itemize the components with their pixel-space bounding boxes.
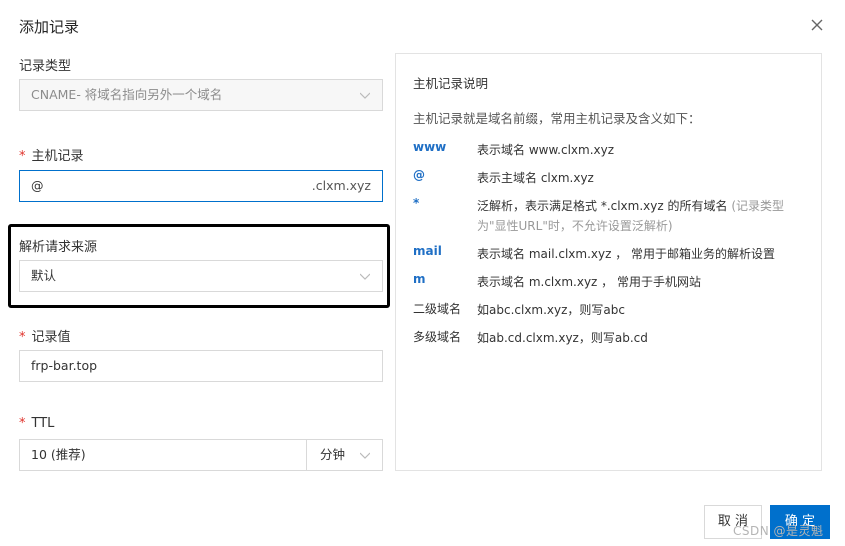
help-key: 二级域名: [413, 302, 462, 316]
help-value: 表示域名 mail.clxm.xyz ， 常用于邮箱业务的解析设置: [477, 247, 776, 261]
help-key: 多级域名: [413, 330, 462, 344]
ttl-input[interactable]: 10 (推荐): [19, 439, 307, 471]
chevron-down-icon: [360, 452, 370, 459]
source-label: 解析请求来源: [19, 240, 98, 255]
required-mark: *: [19, 149, 26, 164]
record-value-input[interactable]: frp-bar.top: [19, 350, 383, 382]
required-mark: *: [19, 330, 26, 345]
ttl-label: * TTL: [19, 416, 55, 431]
chevron-down-icon: [360, 273, 370, 280]
close-icon[interactable]: [808, 16, 826, 34]
domain-suffix: .clxm.xyz: [311, 178, 371, 193]
host-record-help-panel: 主机记录说明 主机记录就是域名前缀，常用主机记录及含义如下： www 表示域名 …: [395, 53, 822, 471]
ttl-unit-value: 分钟: [320, 447, 346, 462]
source-select[interactable]: 默认: [19, 260, 383, 292]
help-key: m: [413, 272, 426, 286]
help-value: 表示域名 m.clxm.xyz ， 常用于手机网站: [477, 275, 701, 289]
help-value: 如ab.cd.clxm.xyz，则写ab.cd: [477, 331, 648, 345]
help-value: 表示主域名 clxm.xyz: [477, 171, 594, 185]
help-value: 泛解析，表示满足格式 *.clxm.xyz 的所有域名 (记录类型为"显性URL…: [477, 199, 784, 233]
dialog-title: 添加记录: [19, 18, 80, 36]
help-value: 表示域名 www.clxm.xyz: [477, 143, 615, 157]
required-mark: *: [19, 416, 26, 431]
record-value-label: * 记录值: [19, 330, 71, 345]
watermark: CSDN @是灵魁: [733, 524, 824, 538]
help-key: mail: [413, 244, 442, 258]
record-type-label: 记录类型: [19, 59, 72, 74]
host-record-label: * 主机记录: [19, 149, 84, 164]
record-type-select[interactable]: CNAME- 将域名指向另外一个域名: [19, 79, 383, 111]
help-key: @: [413, 168, 425, 182]
ttl-unit-select[interactable]: 分钟: [306, 439, 383, 471]
help-value: 如abc.clxm.xyz，则写abc: [477, 303, 625, 317]
ttl-value: 10 (推荐): [31, 447, 86, 462]
help-description: 主机记录就是域名前缀，常用主机记录及含义如下：: [413, 111, 701, 126]
record-type-value: CNAME- 将域名指向另外一个域名: [31, 87, 223, 102]
help-key: www: [413, 140, 447, 154]
host-record-input[interactable]: @ .clxm.xyz: [19, 170, 383, 202]
record-value-text: frp-bar.top: [31, 358, 98, 373]
host-record-value: @: [31, 178, 44, 193]
help-key: *: [413, 196, 420, 210]
source-value: 默认: [31, 268, 57, 283]
chevron-down-icon: [360, 92, 370, 99]
help-title: 主机记录说明: [413, 76, 489, 91]
